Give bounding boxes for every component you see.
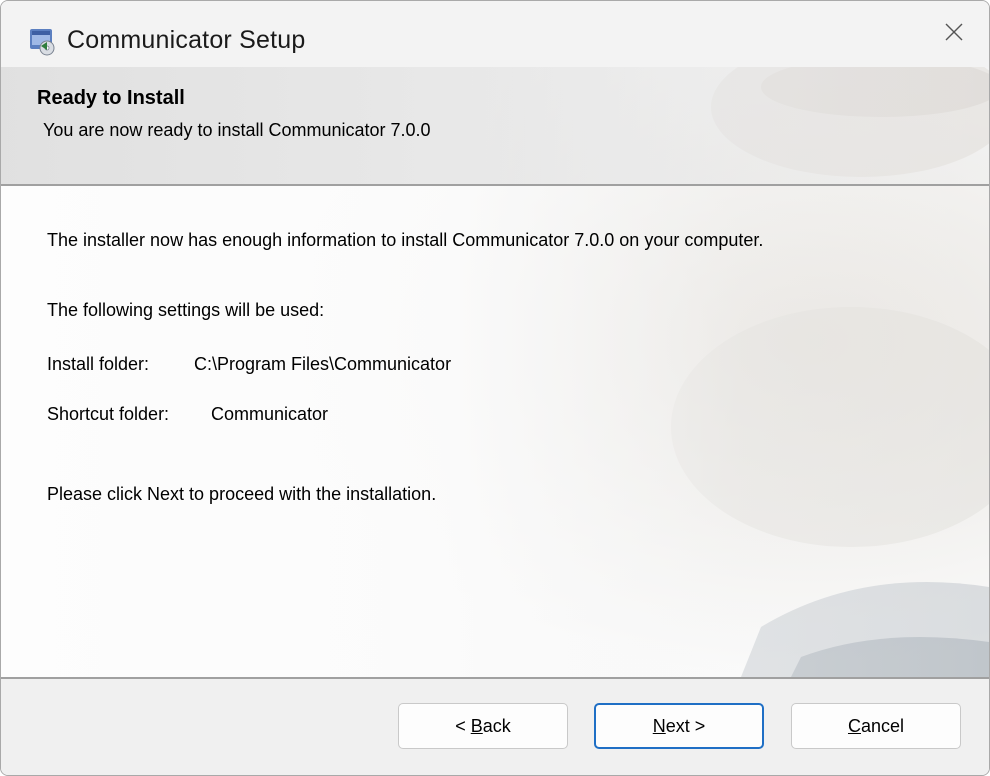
page-subtitle: You are now ready to install Communicato… [43, 120, 431, 140]
close-button[interactable] [919, 1, 989, 67]
cancel-button-rest: ancel [860, 715, 905, 736]
next-button[interactable]: Next > [594, 703, 764, 749]
window-title: Communicator Setup [67, 26, 306, 54]
install-folder-label: Install folder: [47, 354, 150, 374]
installer-app-icon [27, 27, 57, 57]
header-divider [1, 184, 989, 186]
next-button-rest: ext > [665, 715, 706, 736]
back-button-prefix: < [455, 715, 471, 736]
back-button-mnemonic: B [470, 715, 483, 736]
wizard-content: Ready to Install You are now ready to in… [1, 67, 989, 677]
settings-heading: The following settings will be used: [47, 300, 325, 320]
page-title: Ready to Install [37, 87, 185, 109]
cancel-button-mnemonic: C [847, 715, 861, 736]
button-bar: < Back Next > Cancel [1, 679, 989, 775]
title-bar[interactable]: Communicator Setup [1, 1, 989, 67]
instruction-text: Please click Next to proceed with the in… [47, 484, 437, 504]
back-button[interactable]: < Back [398, 703, 568, 749]
close-icon [943, 21, 965, 48]
next-button-mnemonic: N [652, 715, 666, 736]
setup-window: Communicator Setup Ready to Install You … [0, 0, 990, 776]
back-button-rest: ack [482, 715, 511, 736]
shortcut-folder-label: Shortcut folder: [47, 404, 170, 424]
intro-text: The installer now has enough information… [47, 230, 764, 250]
cancel-button[interactable]: Cancel [791, 703, 961, 749]
install-folder-value: C:\Program Files\Communicator [194, 354, 452, 374]
shortcut-folder-value: Communicator [211, 404, 329, 424]
